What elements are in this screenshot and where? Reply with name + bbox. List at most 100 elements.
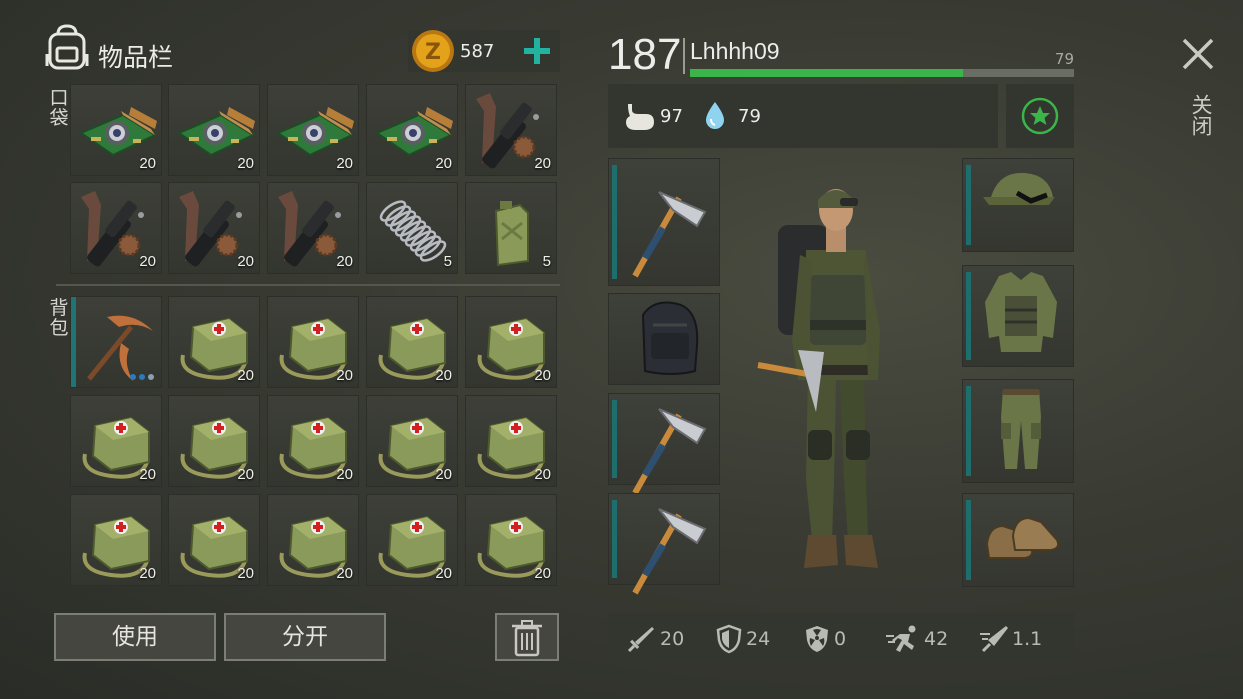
speed-value: 42 [924, 628, 949, 650]
inventory-slot[interactable]: 20 [465, 395, 557, 487]
trash-button[interactable] [495, 613, 559, 661]
camo-pants-icon [1001, 389, 1041, 469]
inventory-slot[interactable]: 20 [168, 395, 260, 487]
inventory-slot[interactable]: 5 [366, 182, 458, 274]
section-divider [56, 284, 560, 286]
inventory-slot[interactable]: 20 [465, 84, 557, 176]
item-count: 20 [534, 466, 551, 483]
equipment-slot-hatchet[interactable] [608, 393, 720, 495]
attack-stat: 20 [626, 624, 684, 654]
inventory-slot[interactable]: 20 [168, 494, 260, 586]
inventory-slot[interactable]: 20 [366, 296, 458, 388]
item-count: 20 [237, 155, 254, 172]
item-count: 20 [336, 155, 353, 172]
hatchet-icon [632, 191, 707, 278]
inventory-slot[interactable]: 20 [366, 395, 458, 487]
favorite-button[interactable] [1006, 84, 1074, 148]
equipment-slot-hatchet[interactable] [608, 158, 720, 286]
add-coins-button[interactable] [520, 34, 554, 68]
stealth-stat: 1.1 [980, 624, 1042, 654]
inventory-slot[interactable]: 20 [70, 182, 162, 274]
inventory-title: 物品栏 [98, 43, 174, 72]
item-count: 20 [237, 565, 254, 582]
inventory-slot[interactable]: 20 [70, 494, 162, 586]
inventory-slot[interactable]: 20 [168, 296, 260, 388]
camo-cap-icon [983, 172, 1055, 205]
equipment-slot-tactical-backpack[interactable] [608, 293, 720, 385]
inventory-slot[interactable]: 20 [267, 84, 359, 176]
item-count: 20 [435, 367, 452, 384]
item-count: 20 [534, 565, 551, 582]
coin-count: 587 [460, 41, 495, 62]
item-count: 20 [139, 253, 156, 270]
pockets-label: 口袋 [49, 87, 69, 129]
item-count: 20 [237, 466, 254, 483]
inventory-slot[interactable]: 20 [267, 182, 359, 274]
equipment-slot-camo-cap[interactable] [962, 158, 1074, 252]
item-count: 20 [435, 466, 452, 483]
xp-value: 79 [1054, 50, 1074, 68]
plus-icon [524, 38, 550, 64]
item-count: 20 [534, 367, 551, 384]
item-count: 20 [139, 565, 156, 582]
inventory-slot[interactable]: 20 [70, 84, 162, 176]
item-count: 20 [336, 466, 353, 483]
speed-stat: 42 [886, 624, 948, 654]
item-count: 20 [336, 367, 353, 384]
durability-dots-icon [130, 374, 154, 380]
xp-bar [690, 69, 1074, 77]
radiation-stat: 0 [804, 624, 846, 654]
item-count: 20 [435, 155, 452, 172]
defense-stat: 24 [716, 624, 770, 654]
boots-icon [985, 516, 1060, 559]
item-count: 20 [139, 466, 156, 483]
inventory-slot[interactable]: 20 [267, 494, 359, 586]
radiation-value: 0 [834, 628, 847, 650]
water-drop-icon [706, 102, 724, 129]
inventory-slot[interactable]: 20 [70, 395, 162, 487]
backpack-icon [45, 24, 89, 70]
inventory-slot[interactable]: 20 [465, 296, 557, 388]
split-button[interactable]: 分开 [224, 613, 386, 661]
item-count: 20 [139, 155, 156, 172]
close-button[interactable]: 关闭 [1176, 32, 1220, 152]
hatchet-icon [632, 408, 707, 495]
equipment-slot-camo-pants[interactable] [962, 379, 1074, 483]
character-portrait [757, 189, 880, 568]
defense-value: 24 [746, 628, 771, 650]
stomach-icon [626, 104, 654, 130]
use-button[interactable]: 使用 [54, 613, 216, 661]
attack-value: 20 [660, 628, 685, 650]
radiation-shield-icon [806, 626, 828, 652]
currency-panel: Z 587 [408, 30, 560, 72]
item-count: 20 [237, 367, 254, 384]
inventory-slot[interactable]: 20 [366, 494, 458, 586]
inventory-slot[interactable]: 5 [465, 182, 557, 274]
player-name: Lhhhh09 [690, 38, 780, 64]
hunger-value: 97 [660, 106, 683, 127]
thirst-value: 79 [738, 106, 761, 127]
equipment-slot-camo-vest[interactable] [962, 265, 1074, 367]
inventory-slot[interactable]: 20 [267, 395, 359, 487]
status-panel: 97 79 [608, 84, 998, 148]
xp-bar-fill [690, 69, 963, 77]
item-count: 20 [336, 253, 353, 270]
backpack-label: 背包 [49, 297, 69, 339]
inventory-slot[interactable]: 20 [366, 84, 458, 176]
item-count: 20 [237, 253, 254, 270]
inventory-slot[interactable]: 20 [168, 182, 260, 274]
sword-icon [627, 627, 654, 653]
item-count: 20 [534, 155, 551, 172]
inventory-slot[interactable]: 20 [267, 296, 359, 388]
equipment-slot-hatchet[interactable] [608, 493, 720, 595]
inventory-slot[interactable]: 20 [465, 494, 557, 586]
tactical-backpack-icon [641, 301, 699, 375]
item-count: 5 [443, 253, 452, 270]
close-icon [1182, 38, 1214, 70]
coin-icon: Z [412, 30, 454, 72]
inventory-slot[interactable] [70, 296, 162, 388]
close-label: 关闭 [1189, 94, 1213, 136]
equipment-slot-boots[interactable] [962, 493, 1074, 587]
inventory-slot[interactable]: 20 [168, 84, 260, 176]
shield-icon [716, 624, 742, 654]
